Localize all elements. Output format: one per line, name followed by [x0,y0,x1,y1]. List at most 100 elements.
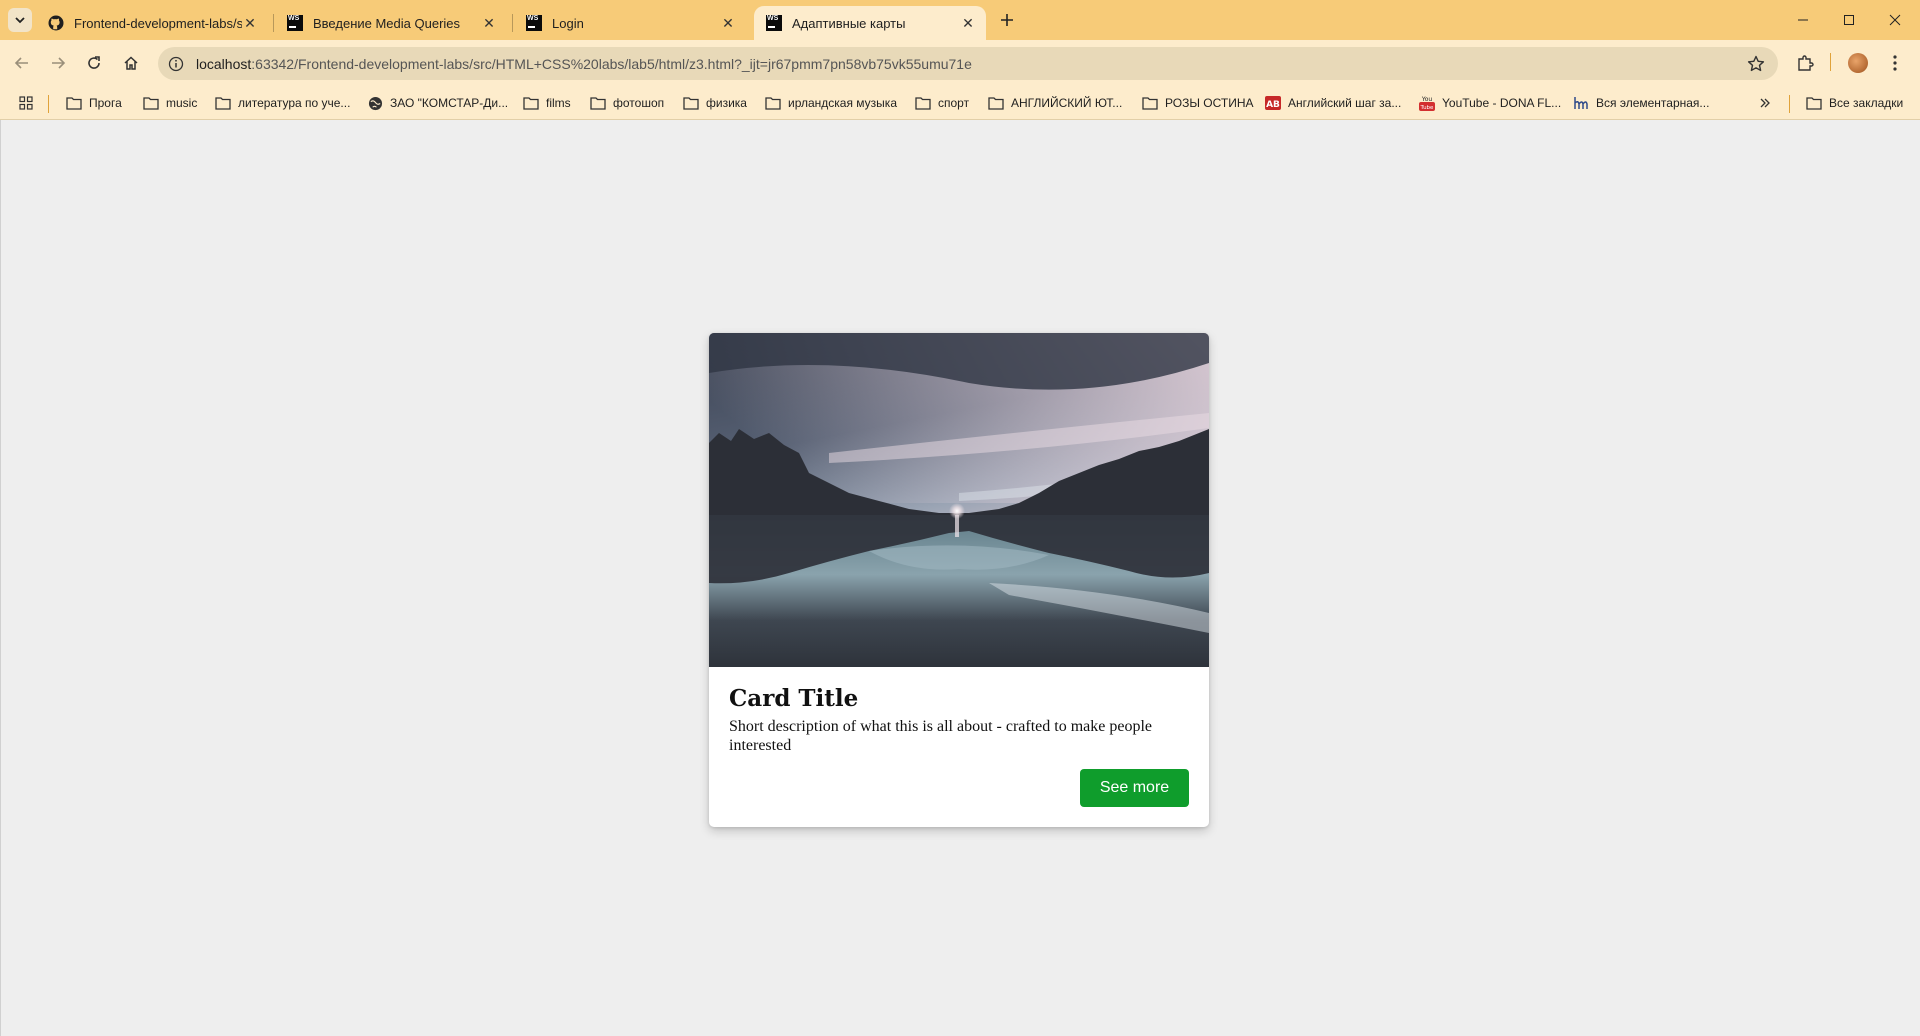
see-more-button[interactable]: See more [1080,769,1189,807]
avatar [1848,53,1868,73]
reload-icon [88,56,100,69]
bookmark-folder[interactable]: физика [683,93,747,113]
tab-title: Адаптивные карты [792,15,906,31]
plus-icon [1001,14,1013,26]
star-icon[interactable] [1746,54,1766,74]
minimize-icon [1798,19,1808,21]
bookmarks-separator [48,95,49,113]
apps-button[interactable] [18,93,41,113]
maximize-icon [1844,15,1854,25]
site-info-icon[interactable] [166,54,186,74]
tab-title: Введение Media Queries [313,15,461,31]
bookmark-label: спорт [938,96,970,110]
bookmark-label: литература по уче... [238,96,351,110]
bookmark-label: физика [706,96,747,110]
bookmark-label: ирландская музыка [788,96,897,110]
back-button[interactable] [8,49,36,77]
svg-text:AB: AB [1266,100,1280,110]
apps-grid-icon [19,96,33,110]
home-icon [124,56,138,70]
page-viewport: Card Title Short description of what thi… [0,120,1920,1036]
webstorm-icon: WS [287,15,303,31]
address-bar[interactable]: localhost:63342/Frontend-development-lab… [158,47,1778,80]
window-close-button[interactable] [1872,0,1918,40]
bookmark-folder[interactable]: Прога [66,93,122,113]
new-tab-button[interactable] [995,8,1019,32]
ab-icon: AB [1265,96,1281,110]
bookmarks-bar: Прога music литература по уче... ЗАО "КО… [0,86,1920,120]
folder-icon [1142,97,1158,110]
toolbar-separator [1830,53,1831,71]
bookmark-link[interactable]: ЗАО "КОМСТАР-Ди... [368,93,508,113]
close-icon[interactable]: ✕ [242,15,258,31]
globe-icon [368,96,383,110]
bookmark-folder[interactable]: РОЗЫ ОСТИНА [1142,93,1254,113]
bookmark-link[interactable]: You Tube YouTube - DONA FL... [1419,93,1561,113]
folder-icon [683,97,699,110]
bookmark-folder[interactable]: литература по уче... [215,93,350,113]
reload-button[interactable] [80,49,108,77]
tab-login[interactable]: WS Login ✕ [514,6,746,40]
tab-title: Frontend-development-labs/src [74,15,242,31]
tab-adaptive-cards[interactable]: WS Адаптивные карты ✕ [754,6,986,40]
chevron-double-right-icon [1760,98,1770,108]
folder-icon [523,97,539,110]
bookmark-label: Английский шаг за... [1288,96,1402,110]
close-icon[interactable]: ✕ [960,15,976,31]
extensions-button[interactable] [1793,51,1817,75]
bookmark-label: films [546,96,571,110]
bookmark-label: РОЗЫ ОСТИНА [1165,96,1254,110]
card: Card Title Short description of what thi… [709,333,1209,827]
profile-button[interactable] [1846,51,1870,75]
bookmark-folder[interactable]: music [143,93,197,113]
bookmark-label: music [166,96,198,110]
bookmark-label: Вся элементарная... [1596,96,1710,110]
folder-icon [988,97,1004,110]
close-icon[interactable]: ✕ [720,15,736,31]
tab-media-queries[interactable]: WS Введение Media Queries ✕ [275,6,507,40]
bookmark-link[interactable]: AB Английский шаг за... [1265,93,1401,113]
svg-text:You: You [1421,96,1433,103]
hm-icon [1574,97,1588,109]
home-button[interactable] [117,49,145,77]
url-text: localhost:63342/Frontend-development-lab… [196,56,972,72]
bookmark-label: ЗАО "КОМСТАР-Ди... [390,96,509,110]
tab-separator [273,14,274,32]
tab-strip: Frontend-development-labs/src ✕ WS Введе… [0,0,1920,40]
svg-text:Tube: Tube [1420,105,1435,111]
all-bookmarks-label: Все закладки [1829,96,1904,110]
youtube-icon: You Tube [1419,96,1435,111]
folder-icon [215,97,231,110]
folder-icon [590,97,606,110]
folder-icon [915,97,931,110]
folder-icon [66,97,82,110]
close-icon[interactable]: ✕ [481,15,497,31]
bookmark-link[interactable]: Вся элементарная... [1573,93,1709,113]
minimize-button[interactable] [1780,0,1826,40]
folder-icon [1806,97,1822,110]
maximize-button[interactable] [1826,0,1872,40]
tab-search-button[interactable] [8,8,32,32]
card-description: Short description of what this is all ab… [729,718,1152,754]
bookmark-folder[interactable]: спорт [915,93,969,113]
bookmark-label: YouTube - DONA FL... [1442,96,1562,110]
bookmark-label: АНГЛИЙСКИЙ ЮТ... [1011,96,1123,110]
tab-github[interactable]: Frontend-development-labs/src ✕ [36,6,268,40]
forward-button[interactable] [44,49,72,77]
bookmark-folder[interactable]: films [523,93,571,113]
more-bookmarks-button[interactable] [1759,93,1778,113]
bookmark-folder[interactable]: ирландская музыка [765,93,897,113]
close-icon [1889,14,1901,26]
bookmark-folder[interactable]: фотошоп [590,93,664,113]
menu-button[interactable] [1883,51,1907,75]
bookmark-folder[interactable]: АНГЛИЙСКИЙ ЮТ... [988,93,1122,113]
webstorm-icon: WS [526,15,542,31]
bookmarks-separator [1789,95,1790,113]
bookmark-label: Прога [89,96,122,110]
tab-title: Login [552,15,584,31]
more-vertical-icon [1893,55,1897,71]
url-path: :63342/Frontend-development-labs/src/HTM… [251,55,972,72]
puzzle-icon [1798,55,1814,71]
arrow-right-icon [52,57,66,69]
all-bookmarks-button[interactable]: Все закладки [1806,93,1903,113]
